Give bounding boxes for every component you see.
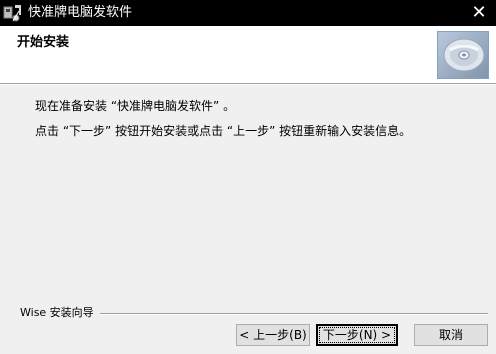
close-icon[interactable]: ✕ bbox=[468, 3, 490, 23]
page-title: 开始安装 bbox=[17, 35, 70, 50]
installer-window: 快准牌电脑发软件 ✕ 开始安装 现在准备安装 “快准牌电脑发软件” 。 点击 “… bbox=[0, 0, 496, 354]
installer-app-icon bbox=[3, 3, 23, 23]
instruction-message: 点击 “下一步” 按钮开始安装或点击 “上一步” 按钮重新输入安装信息。 bbox=[35, 124, 412, 138]
next-button-label: 下一步(N) > bbox=[318, 327, 396, 343]
back-button[interactable]: < 上一步(B) bbox=[236, 324, 310, 346]
footer-divider bbox=[100, 313, 488, 315]
header-panel: 开始安装 bbox=[0, 26, 496, 84]
window-title: 快准牌电脑发软件 bbox=[28, 5, 133, 20]
next-button[interactable]: 下一步(N) > bbox=[316, 324, 398, 346]
header-separator bbox=[0, 84, 496, 85]
wizard-brand-label: Wise 安装向导 bbox=[20, 306, 98, 320]
cancel-button[interactable]: 取消 bbox=[414, 324, 488, 346]
ready-message: 现在准备安装 “快准牌电脑发软件” 。 bbox=[35, 99, 236, 113]
title-bar[interactable]: 快准牌电脑发软件 ✕ bbox=[0, 0, 496, 26]
cd-disc-icon bbox=[437, 31, 489, 79]
